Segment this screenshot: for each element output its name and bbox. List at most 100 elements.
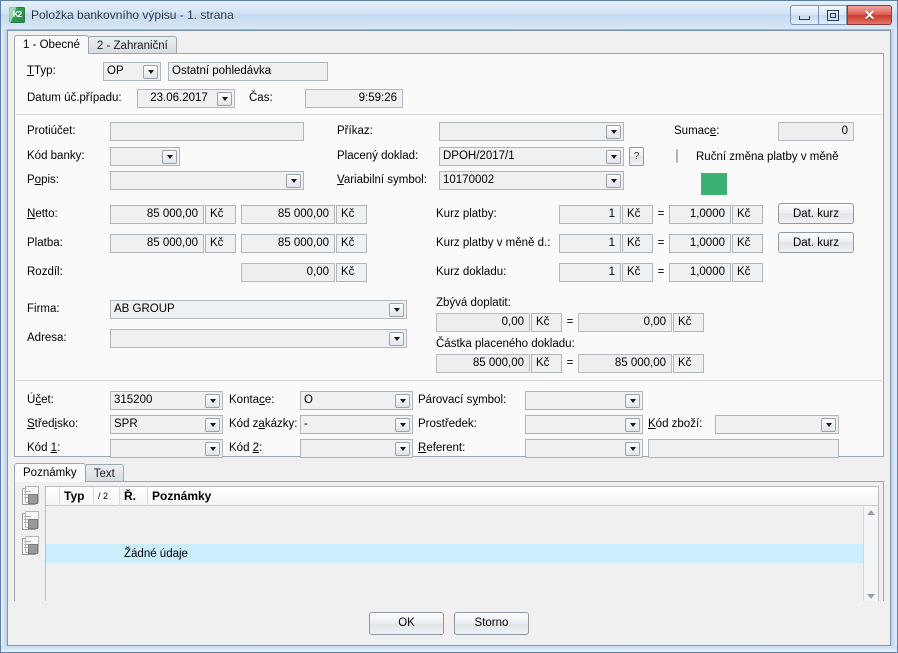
table-row[interactable]: [46, 563, 864, 582]
popis-combo[interactable]: [110, 171, 304, 190]
table-row[interactable]: [46, 506, 864, 525]
variabilni-symbol-combo[interactable]: 10170002: [439, 171, 624, 190]
grid-col-typ[interactable]: Typ: [60, 487, 94, 506]
netto-value1-field[interactable]: 85 000,00: [110, 205, 204, 224]
grid-col-poznamky[interactable]: Poznámky: [148, 487, 878, 506]
notes-panel: Typ / 2 Ř. Poznámky Žádné údaje: [14, 481, 884, 609]
tab-obecne[interactable]: 1 - Obecné: [14, 35, 89, 54]
platba-value1-field[interactable]: 85 000,00: [110, 234, 204, 253]
maximize-icon: [826, 9, 839, 21]
table-row[interactable]: Žádné údaje: [46, 544, 864, 563]
ucet-label: Účet:: [27, 394, 54, 406]
chevron-down-icon[interactable]: [395, 418, 410, 432]
dat-kurz-button-1[interactable]: Dat. kurz: [778, 203, 854, 224]
chevron-down-icon[interactable]: [395, 442, 410, 456]
referent-extra-field[interactable]: [648, 439, 839, 458]
cas-field[interactable]: 9:59:26: [305, 89, 403, 108]
grid-col-indicator[interactable]: [46, 487, 60, 506]
ucet-combo[interactable]: 315200: [110, 391, 223, 410]
tab-zahranicni[interactable]: 2 - Zahraniční: [87, 36, 177, 54]
rucni-zmena-checkbox[interactable]: [676, 149, 678, 163]
platba-value2-field[interactable]: 85 000,00: [241, 234, 335, 253]
referent-combo[interactable]: [525, 439, 643, 458]
placeny-doklad-combo[interactable]: DPOH/2017/1: [439, 147, 624, 166]
ok-button[interactable]: OK: [369, 611, 444, 635]
chevron-down-icon[interactable]: [821, 418, 836, 432]
prikaz-combo[interactable]: [439, 122, 624, 141]
client-area: 1 - Obecné 2 - Zahraniční TTyp: OP Ostat…: [7, 30, 891, 646]
kod-banky-combo[interactable]: [110, 147, 180, 166]
chevron-down-icon[interactable]: [162, 150, 177, 164]
grid-col-pages[interactable]: / 2: [94, 487, 120, 506]
datum-combo[interactable]: 23.06.2017: [137, 89, 235, 108]
copy-doc-icon[interactable]: [21, 536, 39, 555]
stredisko-combo[interactable]: SPR: [110, 415, 223, 434]
chevron-down-icon[interactable]: [606, 150, 621, 164]
chevron-down-icon[interactable]: [286, 174, 301, 188]
chevron-down-icon[interactable]: [205, 442, 220, 456]
netto-value2-field[interactable]: 85 000,00: [241, 205, 335, 224]
kod2-label: Kód 2:: [229, 442, 263, 454]
chevron-down-icon[interactable]: [625, 418, 640, 432]
status-color-swatch: [701, 173, 727, 195]
chevron-down-icon[interactable]: [606, 125, 621, 139]
placeny-doklad-help-button[interactable]: ?: [629, 147, 644, 166]
kurz-platby-label-text: Kurz platby:: [436, 208, 497, 220]
kod2-combo[interactable]: [300, 439, 413, 458]
kod-zakazky-combo[interactable]: -: [300, 415, 413, 434]
chevron-down-icon[interactable]: [205, 418, 220, 432]
adresa-combo[interactable]: [110, 329, 407, 348]
chevron-down-icon[interactable]: [389, 303, 404, 317]
firma-combo[interactable]: AB GROUP: [110, 300, 407, 319]
kurz-platby-value1-field[interactable]: 1: [559, 205, 621, 224]
typ-description-field[interactable]: Ostatní pohledávka: [168, 62, 328, 81]
grid-vertical-scrollbar[interactable]: [863, 506, 878, 603]
close-button[interactable]: ✕: [847, 5, 892, 25]
cancel-button-label: Storno: [474, 617, 509, 629]
scroll-up-icon[interactable]: [865, 506, 878, 519]
kurz-platby-unit1: Kč: [622, 205, 653, 224]
kurz-dokladu-value1-field[interactable]: 1: [559, 263, 621, 282]
grid-col-radek[interactable]: Ř.: [120, 487, 148, 506]
typ-code-combo[interactable]: OP: [103, 62, 161, 81]
ok-button-label: OK: [398, 617, 415, 629]
chevron-down-icon[interactable]: [606, 174, 621, 188]
copy-image-icon[interactable]: [21, 511, 39, 530]
chevron-down-icon[interactable]: [395, 394, 410, 408]
dialog-window: Položka bankovního výpisu - 1. strana ✕ …: [0, 0, 898, 653]
kurz-platby-value2-field[interactable]: 1,0000: [669, 205, 731, 224]
chevron-down-icon[interactable]: [217, 92, 232, 106]
kurz-platby-mene-value2-field[interactable]: 1,0000: [669, 234, 731, 253]
tab-poznamky[interactable]: Poznámky: [14, 463, 86, 482]
table-row[interactable]: [46, 582, 864, 601]
kod-zbozi-combo[interactable]: [715, 415, 839, 434]
chevron-down-icon[interactable]: [625, 442, 640, 456]
rozdil-label-text: Rozdíl:: [27, 266, 63, 278]
chevron-down-icon[interactable]: [205, 394, 220, 408]
kod-zakazky-value: -: [304, 418, 308, 430]
chevron-down-icon[interactable]: [389, 332, 404, 346]
chevron-down-icon[interactable]: [143, 65, 158, 79]
table-row[interactable]: [46, 525, 864, 544]
chevron-down-icon[interactable]: [625, 394, 640, 408]
platba-value2: 85 000,00: [277, 237, 329, 249]
popis-label-text: pis:: [41, 174, 59, 186]
kontace-combo[interactable]: O: [300, 391, 413, 410]
copy-table-icon[interactable]: [21, 486, 39, 505]
prostredek-combo[interactable]: [525, 415, 643, 434]
window-controls: ✕: [790, 5, 892, 26]
kurz-platby-mene-value1-field[interactable]: 1: [559, 234, 621, 253]
kod1-combo[interactable]: [110, 439, 223, 458]
tab-text[interactable]: Text: [84, 464, 124, 482]
cancel-button[interactable]: Storno: [454, 611, 529, 635]
minimize-button[interactable]: [790, 5, 819, 25]
kurz-dokladu-value2-field[interactable]: 1,0000: [669, 263, 731, 282]
protiucet-field[interactable]: [110, 122, 304, 141]
parovaci-symbol-combo[interactable]: [525, 391, 643, 410]
maximize-button[interactable]: [818, 5, 847, 25]
checkbox-icon[interactable]: [676, 149, 678, 163]
cas-label: Čas:: [249, 92, 273, 104]
dat-kurz-button-2[interactable]: Dat. kurz: [778, 232, 854, 253]
referent-label: Referent:: [418, 442, 466, 454]
zbyva-doplatit-value1-field: 0,00: [436, 313, 530, 332]
